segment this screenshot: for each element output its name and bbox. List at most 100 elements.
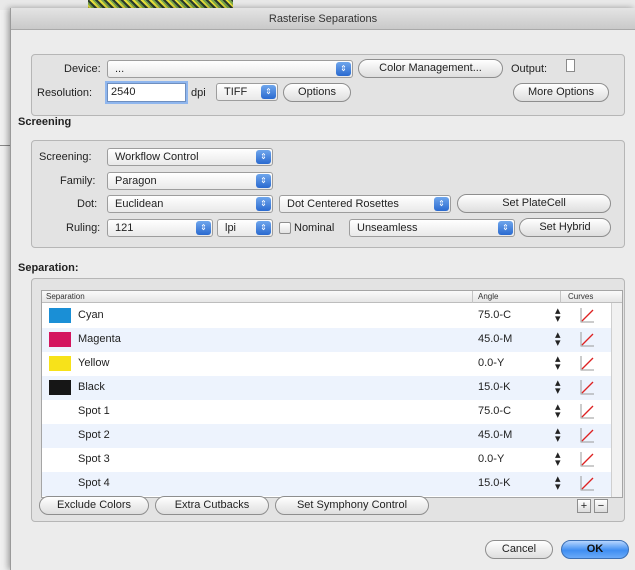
up-down-arrows-icon: ⇕: [498, 221, 513, 235]
separation-angle: 0.0-Y: [478, 357, 505, 369]
extra-cutbacks-button[interactable]: Extra Cutbacks: [155, 496, 269, 515]
up-down-arrows-icon: ⇕: [336, 62, 351, 76]
stepper-icon[interactable]: ▴ ▾: [555, 450, 561, 469]
device-value: ...: [115, 63, 125, 75]
separation-column-header[interactable]: Separation: [46, 292, 85, 301]
table-scrollbar[interactable]: [611, 303, 622, 497]
dpi-label: dpi: [191, 87, 206, 99]
separation-table: Separation Angle Curves Cyan 75.0-C ▴ ▾ Mage…: [41, 290, 623, 498]
stepper-icon[interactable]: ▴ ▾: [555, 330, 561, 349]
stepper-icon[interactable]: ▴ ▾: [555, 426, 561, 445]
table-row[interactable]: Spot 3 0.0-Y ▴ ▾: [42, 448, 612, 472]
seam-value: Unseamless: [357, 222, 418, 234]
column-divider: [472, 291, 473, 303]
family-label: Family:: [60, 175, 96, 187]
ruling-unit-popup[interactable]: lpi ⇕: [217, 219, 273, 237]
color-swatch: [49, 356, 71, 371]
column-divider: [560, 291, 561, 303]
curve-graph-icon[interactable]: [579, 403, 595, 419]
set-platecell-button[interactable]: Set PlateCell: [457, 194, 611, 213]
stepper-icon[interactable]: ▴ ▾: [555, 402, 561, 421]
rasterise-separations-dialog: Rasterise Separations Device: ... ⇕ Colo…: [10, 8, 635, 570]
curve-graph-icon[interactable]: [579, 307, 595, 323]
table-row[interactable]: Spot 2 45.0-M ▴ ▾: [42, 424, 612, 448]
screening-label: Screening:: [39, 151, 92, 163]
stepper-icon[interactable]: ▴ ▾: [555, 354, 561, 373]
separation-name: Cyan: [78, 309, 104, 321]
dot-style-popup[interactable]: Dot Centered Rosettes ⇕: [279, 195, 451, 213]
up-down-arrows-icon: ⇕: [256, 197, 271, 211]
screening-section-title: Screening: [18, 116, 72, 128]
family-value: Paragon: [115, 175, 157, 187]
up-down-arrows-icon: ⇕: [434, 197, 449, 211]
title-bar: Rasterise Separations: [11, 8, 635, 30]
color-swatch: [49, 380, 71, 395]
table-row[interactable]: Spot 1 75.0-C ▴ ▾: [42, 400, 612, 424]
format-value: TIFF: [224, 86, 248, 98]
device-popup[interactable]: ... ⇕: [107, 60, 353, 78]
nominal-label: Nominal: [294, 222, 335, 234]
set-symphony-control-button[interactable]: Set Symphony Control: [275, 496, 429, 515]
ruling-value: 121: [115, 222, 134, 234]
nominal-checkbox[interactable]: [279, 222, 291, 234]
table-row[interactable]: Spot 4 15.0-K ▴ ▾: [42, 472, 612, 496]
separation-name: Spot 1: [78, 405, 110, 417]
separation-angle: 45.0-M: [478, 333, 513, 345]
color-management-button[interactable]: Color Management...: [358, 59, 503, 78]
seam-popup[interactable]: Unseamless ⇕: [349, 219, 515, 237]
separation-name: Black: [78, 381, 105, 393]
table-row[interactable]: Black 15.0-K ▴ ▾: [42, 376, 612, 400]
curve-graph-icon[interactable]: [579, 331, 595, 347]
table-row[interactable]: Cyan 75.0-C ▴ ▾: [42, 304, 612, 328]
up-down-arrows-icon: ⇕: [256, 174, 271, 188]
color-swatch: [49, 332, 71, 347]
add-separation-button[interactable]: +: [577, 499, 591, 513]
remove-separation-button[interactable]: −: [594, 499, 608, 513]
angle-column-header[interactable]: Angle: [478, 292, 498, 301]
more-options-button[interactable]: More Options: [513, 83, 609, 102]
curve-graph-icon[interactable]: [579, 427, 595, 443]
ok-button[interactable]: OK: [561, 540, 629, 559]
table-row[interactable]: Magenta 45.0-M ▴ ▾: [42, 328, 612, 352]
options-button[interactable]: Options: [283, 83, 351, 102]
resolution-input[interactable]: 2540: [107, 83, 186, 102]
separation-angle: 15.0-K: [478, 477, 511, 489]
dot-popup[interactable]: Euclidean ⇕: [107, 195, 273, 213]
separation-angle: 0.0-Y: [478, 453, 505, 465]
separation-name: Spot 2: [78, 429, 110, 441]
exclude-colors-button[interactable]: Exclude Colors: [39, 496, 149, 515]
separation-section-title: Separation:: [18, 262, 79, 274]
screening-value: Workflow Control: [115, 151, 199, 163]
separation-angle: 45.0-M: [478, 429, 513, 441]
separation-name: Spot 3: [78, 453, 110, 465]
curve-graph-icon[interactable]: [579, 475, 595, 491]
separation-angle: 75.0-C: [478, 309, 512, 321]
stepper-icon[interactable]: ▴ ▾: [555, 378, 561, 397]
separation-angle: 75.0-C: [478, 405, 512, 417]
ruling-unit-value: lpi: [225, 222, 237, 234]
curve-graph-icon[interactable]: [579, 451, 595, 467]
stepper-icon[interactable]: ▴ ▾: [555, 306, 561, 325]
separation-name: Yellow: [78, 357, 110, 369]
output-label: Output:: [511, 63, 548, 75]
set-hybrid-button[interactable]: Set Hybrid: [519, 218, 611, 237]
color-swatch: [49, 308, 71, 323]
curve-graph-icon[interactable]: [579, 355, 595, 371]
stepper-icon[interactable]: ▴ ▾: [555, 474, 561, 493]
dot-value: Euclidean: [115, 198, 164, 210]
up-down-arrows-icon: ⇕: [261, 85, 276, 99]
curve-graph-icon[interactable]: [579, 379, 595, 395]
curves-column-header[interactable]: Curves: [568, 292, 593, 301]
table-row[interactable]: Yellow 0.0-Y ▴ ▾: [42, 352, 612, 376]
cancel-button[interactable]: Cancel: [485, 540, 553, 559]
up-down-arrows-icon: ⇕: [256, 221, 271, 235]
device-label: Device:: [64, 63, 101, 75]
separation-angle: 15.0-K: [478, 381, 511, 393]
family-popup[interactable]: Paragon ⇕: [107, 172, 273, 190]
up-down-arrows-icon: ⇕: [196, 221, 211, 235]
screening-popup[interactable]: Workflow Control ⇕: [107, 148, 273, 166]
format-popup[interactable]: TIFF ⇕: [216, 83, 278, 101]
dot-style-value: Dot Centered Rosettes: [287, 198, 399, 210]
separation-name: Magenta: [78, 333, 121, 345]
ruling-popup[interactable]: 121 ⇕: [107, 219, 213, 237]
